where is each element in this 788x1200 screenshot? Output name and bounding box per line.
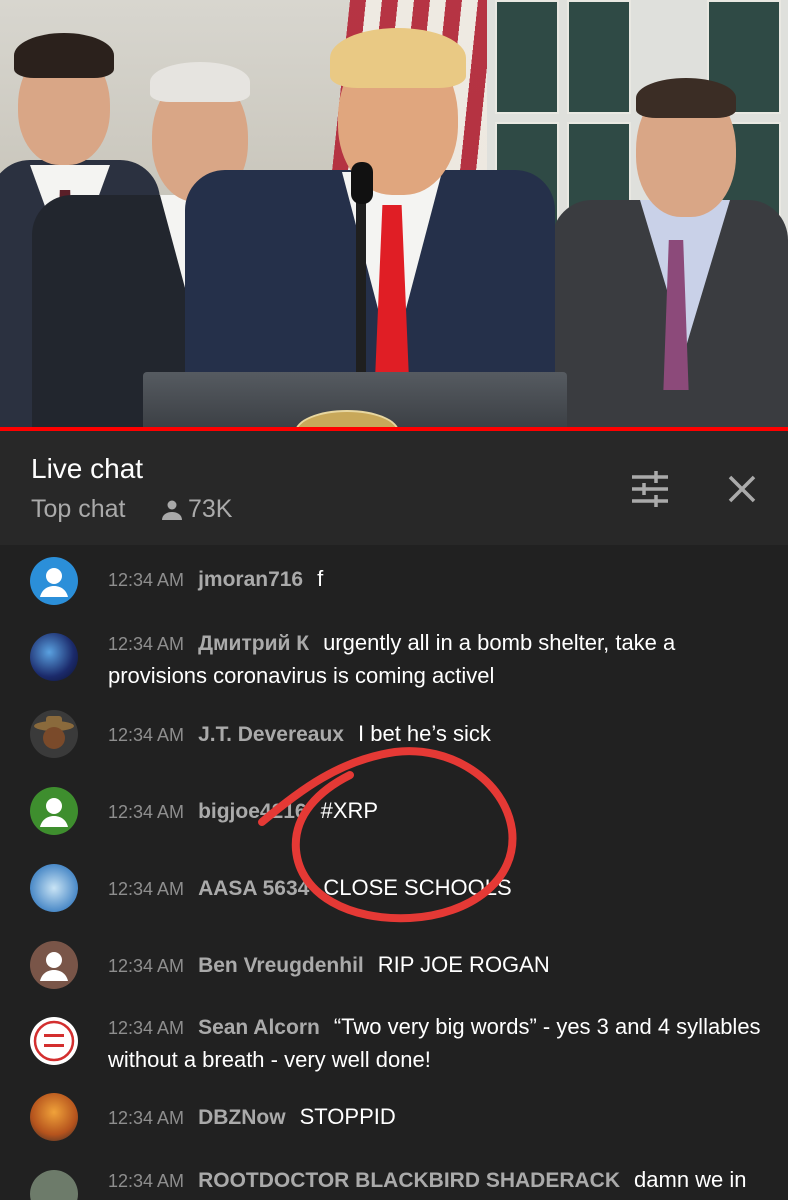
message-author[interactable]: Дмитрий К bbox=[198, 632, 309, 655]
message-text: STOPPID bbox=[299, 1104, 396, 1129]
message-text: RIP JOE ROGAN bbox=[377, 952, 550, 977]
avatar[interactable] bbox=[30, 1093, 78, 1141]
message-time: 12:34 AM bbox=[108, 725, 185, 745]
viewer-count: 73K bbox=[160, 495, 232, 524]
chat-filter-button[interactable] bbox=[626, 465, 674, 513]
message-author[interactable]: AASA 5634 bbox=[198, 877, 309, 900]
message-author[interactable]: DBZNow bbox=[198, 1106, 286, 1129]
message-time: 12:34 AM bbox=[108, 1018, 185, 1038]
close-icon bbox=[728, 475, 756, 503]
message-author[interactable]: J.T. Devereaux bbox=[198, 723, 344, 746]
cowboy-avatar-icon bbox=[34, 716, 74, 749]
sliders-icon bbox=[632, 471, 668, 507]
message-time: 12:34 AM bbox=[108, 956, 185, 976]
message-text: #XRP bbox=[320, 798, 379, 823]
avatar[interactable] bbox=[30, 557, 78, 605]
message-text: CLOSE SCHOOLS bbox=[323, 875, 512, 900]
avatar[interactable] bbox=[30, 710, 78, 758]
chat-header: Live chat Top chat 73K bbox=[0, 431, 788, 545]
message-author[interactable]: bigjoe4216 bbox=[198, 800, 307, 823]
avatar[interactable] bbox=[30, 787, 78, 835]
avatar[interactable] bbox=[30, 864, 78, 912]
viewer-count-value: 73K bbox=[188, 495, 233, 523]
message-time: 12:34 AM bbox=[108, 879, 185, 899]
avatar[interactable] bbox=[30, 1170, 78, 1200]
default-avatar-icon bbox=[40, 952, 68, 981]
microphone-head bbox=[351, 162, 373, 204]
chat-title: Live chat bbox=[31, 453, 144, 484]
message-text: I bet he’s sick bbox=[358, 721, 491, 746]
message-time: 12:34 AM bbox=[108, 1108, 185, 1128]
message-time: 12:34 AM bbox=[108, 1171, 185, 1191]
message-time: 12:34 AM bbox=[108, 802, 185, 822]
message-text: urgently all in a bomb shelter, take a p… bbox=[108, 630, 676, 688]
avatar[interactable] bbox=[30, 633, 78, 681]
message-text: damn we in bbox=[634, 1167, 747, 1192]
person-icon bbox=[162, 500, 182, 520]
avatar[interactable] bbox=[30, 941, 78, 989]
chat-mode-selector[interactable]: Top chat bbox=[31, 495, 126, 524]
message-text: f bbox=[317, 566, 324, 591]
message-time: 12:34 AM bbox=[108, 570, 185, 590]
avatar[interactable] bbox=[30, 1017, 78, 1065]
video-player[interactable] bbox=[0, 0, 788, 427]
message-author[interactable]: ROOTDOCTOR BLACKBIRD SHADERACK bbox=[198, 1169, 620, 1192]
message-author[interactable]: Ben Vreugdenhil bbox=[198, 954, 364, 977]
message-author[interactable]: Sean Alcorn bbox=[198, 1016, 320, 1039]
default-avatar-icon bbox=[40, 568, 68, 597]
message-author[interactable]: jmoran716 bbox=[198, 568, 303, 591]
chat-message-list[interactable]: 12:34 AM jmoran716 f 12:34 AM Дмитрий Кurge… bbox=[0, 545, 788, 1200]
default-avatar-icon bbox=[40, 798, 68, 827]
message-time: 12:34 AM bbox=[108, 634, 185, 654]
red-stamp-avatar-icon bbox=[33, 1020, 75, 1062]
chat-close-button[interactable] bbox=[718, 465, 766, 513]
